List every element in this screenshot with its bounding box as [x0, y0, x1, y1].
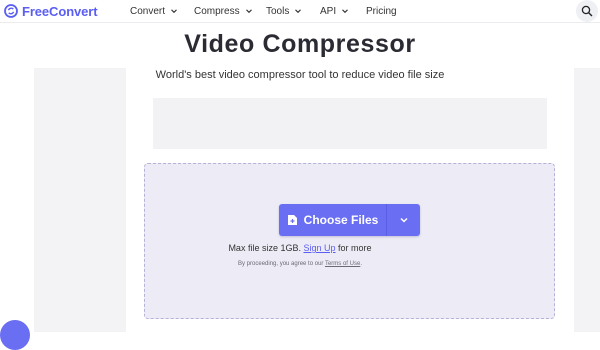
nav-item-label: Tools — [266, 5, 290, 17]
ad-placeholder — [153, 98, 547, 149]
terms-prefix: By proceeding, you agree to our — [238, 261, 324, 267]
freeconvert-logo-icon — [4, 4, 18, 18]
chevron-down-icon — [245, 9, 252, 14]
file-dropzone[interactable] — [144, 163, 555, 319]
left-side-panel — [34, 68, 126, 332]
nav-item-tools[interactable]: Tools — [266, 3, 302, 19]
terms-of-use-link[interactable]: Terms of Use — [325, 261, 360, 267]
top-navigation-bar: FreeConvert Convert Compress Tools API P… — [0, 0, 600, 23]
nav-item-label: Convert — [130, 5, 166, 17]
choose-files-group: Choose Files — [279, 204, 420, 236]
nav-item-api[interactable]: API — [320, 3, 349, 19]
upload-source-dropdown-button[interactable] — [387, 204, 420, 236]
chevron-down-icon — [171, 9, 177, 14]
right-side-panel — [574, 68, 600, 332]
max-file-size-note: Max file size 1GB. Sign Up for more — [0, 243, 600, 253]
chevron-down-icon — [342, 9, 349, 14]
nav-item-convert[interactable]: Convert — [130, 3, 178, 19]
search-button[interactable] — [576, 0, 598, 22]
page-title: Video Compressor — [184, 30, 416, 58]
sign-up-link[interactable]: Sign Up — [303, 243, 335, 253]
help-chat-button[interactable] — [0, 320, 30, 350]
search-icon — [581, 5, 593, 17]
chevron-down-icon — [295, 9, 302, 14]
max-size-suffix: for more — [338, 243, 372, 253]
max-size-text: Max file size 1GB. — [228, 243, 301, 253]
page-subtitle: World's best video compressor tool to re… — [155, 69, 445, 81]
file-plus-icon — [287, 215, 297, 225]
brand-name: FreeConvert — [22, 3, 98, 19]
choose-files-button[interactable]: Choose Files — [279, 204, 386, 236]
nav-item-pricing[interactable]: Pricing — [366, 3, 397, 19]
terms-note: By proceeding, you agree to our Terms of… — [0, 261, 600, 267]
nav-item-label: Compress — [194, 5, 240, 17]
chevron-down-icon — [399, 217, 408, 223]
choose-files-label: Choose Files — [303, 213, 379, 227]
nav-item-compress[interactable]: Compress — [194, 3, 253, 19]
brand-logo[interactable]: FreeConvert — [4, 2, 98, 20]
nav-item-label: Pricing — [366, 5, 397, 17]
nav-item-label: API — [320, 5, 337, 17]
terms-suffix: . — [360, 261, 362, 267]
